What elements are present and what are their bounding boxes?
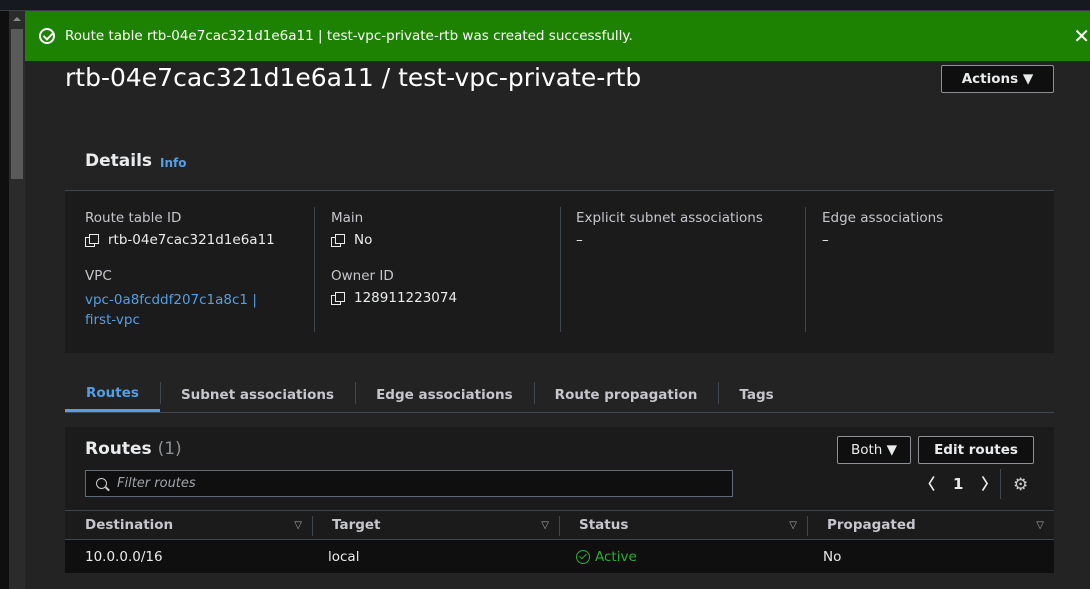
sort-icon: ▽	[294, 519, 302, 531]
owner-id-value: 128911223074	[354, 290, 458, 306]
target-cell: local	[328, 548, 360, 565]
destination-cell: 10.0.0.0/16	[85, 548, 163, 565]
pagination: 〈 1 〉	[920, 473, 996, 494]
route-table-id-label: Route table ID	[85, 210, 182, 226]
routes-panel: Routes (1) Both ▼ Edit routes Filter rou…	[65, 427, 1054, 573]
tab-edge-associations[interactable]: Edge associations	[355, 377, 534, 412]
page-number[interactable]: 1	[953, 475, 963, 493]
browser-top-strip	[0, 0, 1090, 11]
routes-title: Routes (1)	[85, 439, 182, 459]
tab-tags[interactable]: Tags	[718, 377, 794, 412]
column-target[interactable]: Target ▽	[312, 511, 559, 539]
copy-icon[interactable]	[331, 292, 345, 305]
gear-icon[interactable]: ⚙	[1013, 475, 1028, 495]
scroll-thumb[interactable]	[11, 29, 23, 179]
left-strip	[0, 11, 9, 589]
tab-subnet-associations[interactable]: Subnet associations	[159, 377, 355, 412]
edge-associations-value: –	[822, 232, 829, 248]
status-check-icon	[576, 549, 590, 564]
column-propagated[interactable]: Propagated ▽	[807, 511, 1054, 539]
column-destination[interactable]: Destination ▽	[65, 511, 312, 539]
sort-icon: ▽	[789, 519, 797, 531]
copy-icon[interactable]	[85, 234, 99, 247]
tab-bar: Routes Subnet associations Edge associat…	[65, 377, 1054, 413]
sort-icon: ▽	[1036, 519, 1044, 531]
routes-count: (1)	[157, 439, 182, 459]
table-header: Destination ▽ Target ▽ Status ▽ Propagated ▽	[65, 510, 1054, 540]
sort-icon: ▽	[541, 519, 549, 531]
divider	[560, 207, 561, 332]
main-label: Main	[331, 210, 364, 226]
explicit-subnet-value: –	[576, 232, 583, 248]
status-cell: Active	[556, 540, 803, 573]
success-banner: Route table rtb-04e7cac321d1e6a11 | test…	[25, 11, 1090, 61]
close-icon[interactable]: ✕	[1073, 24, 1090, 48]
scrollbar[interactable]	[9, 11, 25, 589]
owner-id-label: Owner ID	[331, 268, 394, 284]
edge-associations-label: Edge associations	[822, 210, 944, 226]
filter-routes-input[interactable]: Filter routes	[85, 470, 733, 497]
success-check-icon	[39, 28, 55, 44]
explicit-subnet-label: Explicit subnet associations	[576, 210, 763, 226]
divider	[805, 207, 806, 332]
divider	[314, 207, 315, 332]
propagated-cell: No	[823, 548, 842, 565]
scroll-up-icon[interactable]	[13, 17, 21, 21]
page-title: rtb-04e7cac321d1e6a11 / test-vpc-private…	[65, 63, 642, 92]
info-link[interactable]: Info	[160, 156, 186, 170]
tab-routes[interactable]: Routes	[65, 377, 160, 412]
edit-routes-button[interactable]: Edit routes	[918, 436, 1034, 464]
vpc-label: VPC	[85, 268, 112, 284]
divider	[1000, 469, 1001, 499]
main-value: No	[354, 232, 373, 248]
tab-route-propagation[interactable]: Route propagation	[533, 377, 719, 412]
details-title: Details	[85, 151, 153, 171]
actions-button[interactable]: Actions ▼	[941, 65, 1054, 93]
route-table-id-value: rtb-04e7cac321d1e6a11	[108, 232, 275, 248]
table-row: 10.0.0.0/16 local Active No	[65, 540, 1054, 573]
details-panel: Details Info Route table ID rtb-04e7cac32…	[65, 132, 1054, 353]
prev-page-icon[interactable]: 〈	[920, 473, 935, 494]
route-filter-select[interactable]: Both ▼	[837, 436, 911, 464]
banner-message: Route table rtb-04e7cac321d1e6a11 | test…	[65, 28, 633, 44]
next-page-icon[interactable]: 〉	[981, 473, 996, 494]
copy-icon[interactable]	[331, 234, 345, 247]
vpc-link[interactable]: vpc-0a8fcddf207c1a8c1 | first-vpc	[85, 290, 290, 330]
column-status[interactable]: Status ▽	[559, 511, 807, 539]
search-icon	[96, 478, 107, 489]
